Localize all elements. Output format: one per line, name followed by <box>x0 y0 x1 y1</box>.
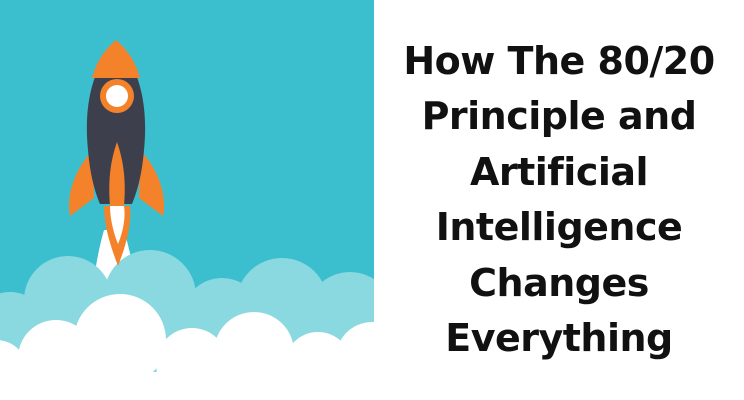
title-line: Changes <box>469 260 649 305</box>
title-line: Artificial <box>469 149 649 194</box>
title-line: How The 80/20 <box>403 38 715 83</box>
title-line: Everything <box>445 316 673 360</box>
rocket-launch-icon <box>0 0 374 400</box>
rocket-illustration <box>0 0 374 400</box>
title-line: Principle and <box>421 94 697 138</box>
title-block: How The 80/20 Principle and Artificial I… <box>374 0 744 400</box>
article-banner: How The 80/20 Principle and Artificial I… <box>0 0 744 400</box>
rocket-window-glass <box>106 85 128 107</box>
article-title: How The 80/20 Principle and Artificial I… <box>384 34 734 367</box>
title-line: Intelligence <box>435 205 683 249</box>
